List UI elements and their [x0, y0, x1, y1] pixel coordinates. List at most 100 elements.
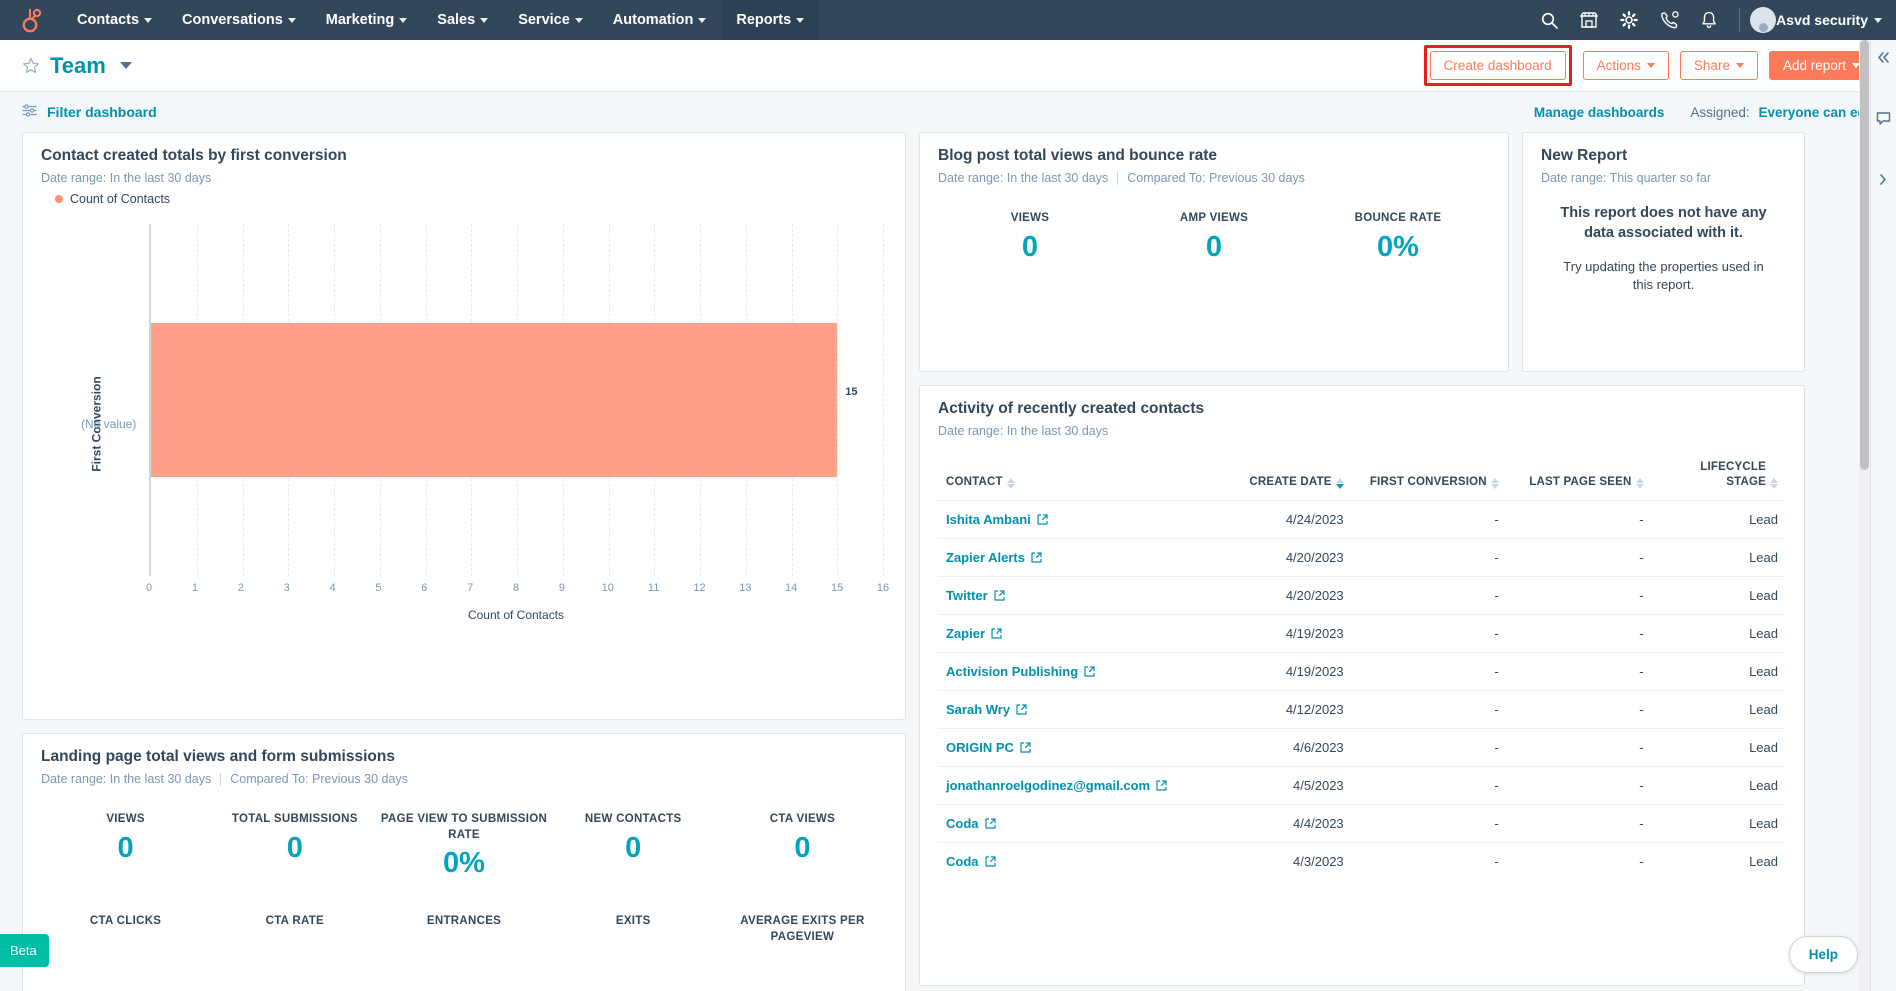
expand-panel-icon[interactable]	[1876, 172, 1891, 187]
nav-item-reports[interactable]: Reports	[721, 0, 820, 40]
collapse-panel-icon[interactable]	[1876, 50, 1891, 65]
column-label: LAST PAGE SEEN	[1529, 475, 1632, 488]
page-title[interactable]: Team	[50, 53, 106, 79]
avatar[interactable]	[1750, 7, 1777, 33]
actions-label: Actions	[1596, 58, 1641, 73]
external-link-icon[interactable]	[1037, 514, 1048, 525]
filter-sliders-icon	[22, 104, 37, 120]
contact-link[interactable]: Ishita Ambani	[946, 512, 1048, 527]
cell-create-date: 4/19/2023	[1217, 651, 1352, 691]
nav-item-conversations[interactable]: Conversations	[167, 0, 311, 40]
gear-icon[interactable]	[1609, 0, 1649, 40]
create-dashboard-button[interactable]: Create dashboard	[1429, 51, 1566, 80]
contact-link[interactable]: jonathanroelgodinez@gmail.com	[946, 778, 1167, 793]
external-link-icon[interactable]	[1016, 704, 1027, 715]
dashboard-right-column: Blog post total views and bounce rate Da…	[919, 132, 1805, 986]
beta-badge[interactable]: Beta	[0, 934, 49, 967]
favorite-star-icon[interactable]	[22, 57, 40, 75]
column-header-last-page-seen[interactable]: LAST PAGE SEEN	[1507, 454, 1652, 500]
external-link-icon[interactable]	[1084, 666, 1095, 677]
table-row: ORIGIN PC 4/6/2023- - Lead	[938, 727, 1786, 767]
kpi-value: 0	[286, 831, 303, 864]
phone-icon[interactable]	[1649, 0, 1689, 40]
contact-link[interactable]: Coda	[946, 854, 996, 869]
chevron-down-icon	[287, 17, 296, 23]
sort-arrows-icon	[1490, 477, 1499, 490]
assigned-value-link[interactable]: Everyone can edit	[1758, 105, 1874, 120]
cell-create-date: 4/19/2023	[1217, 613, 1352, 653]
table-row: Coda 4/4/2023- - Lead	[938, 803, 1786, 843]
scrollbar-thumb[interactable]	[1860, 40, 1869, 470]
top-navigation-bar: Contacts Conversations Marketing Sales S…	[0, 0, 1896, 40]
column-header-lifecycle-stage[interactable]: LIFECYCLE STAGE	[1652, 454, 1786, 500]
nav-item-contacts[interactable]: Contacts	[62, 0, 167, 40]
marketplace-icon[interactable]	[1569, 0, 1609, 40]
manage-dashboards-link[interactable]: Manage dashboards	[1534, 105, 1665, 120]
x-axis-tick-label: 7	[467, 582, 474, 594]
nav-item-sales[interactable]: Sales	[422, 0, 503, 40]
kpi-metric: EXITS	[549, 914, 718, 945]
hubspot-logo[interactable]	[0, 7, 62, 33]
cell-contact: jonathanroelgodinez@gmail.com	[938, 765, 1218, 805]
x-axis-tick-label: 0	[145, 582, 153, 594]
user-menu[interactable]: Asvd security	[1776, 12, 1882, 28]
kpi-value: 0	[1205, 230, 1223, 263]
actions-button[interactable]: Actions	[1582, 51, 1669, 80]
bell-icon[interactable]	[1689, 0, 1729, 40]
external-link-icon[interactable]	[1020, 742, 1031, 753]
card-title: Contact created totals by first conversi…	[41, 147, 347, 164]
nav-item-automation[interactable]: Automation	[598, 0, 722, 40]
dashboard-selector-chevron-icon[interactable]	[119, 62, 132, 69]
cell-contact: Zapier	[938, 613, 1218, 653]
kpi-metric: AVERAGE EXITS PER PAGEVIEW	[718, 914, 887, 945]
subtitle-divider	[220, 772, 222, 786]
contact-link[interactable]: Coda	[946, 816, 996, 831]
contact-link[interactable]: Zapier	[946, 626, 1002, 641]
external-link-icon[interactable]	[1156, 780, 1167, 791]
search-icon[interactable]	[1529, 0, 1569, 40]
cell-lifecycle-stage: Lead	[1651, 727, 1786, 767]
nav-item-service[interactable]: Service	[503, 0, 598, 40]
x-axis-tick-label: 11	[647, 582, 660, 594]
contact-link[interactable]: Sarah Wry	[946, 702, 1027, 717]
external-link-icon[interactable]	[984, 856, 996, 867]
contact-link[interactable]: Zapier Alerts	[946, 550, 1042, 565]
help-button[interactable]: Help	[1788, 936, 1858, 973]
nav-item-marketing[interactable]: Marketing	[311, 0, 423, 40]
chart-bar[interactable]	[151, 322, 838, 478]
compared-to-label: Compared To: Previous 30 days	[230, 772, 408, 786]
share-button[interactable]: Share	[1679, 51, 1758, 80]
card-blog-post-views: Blog post total views and bounce rate Da…	[919, 132, 1509, 372]
x-axis-label: Count of Contacts	[467, 608, 565, 622]
subtitle-divider	[1117, 171, 1119, 185]
chevron-down-icon	[399, 17, 408, 23]
compared-to-label: Compared To: Previous 30 days	[1127, 171, 1305, 185]
cell-lifecycle-stage: Lead	[1651, 499, 1786, 539]
external-link-icon[interactable]	[994, 590, 1005, 601]
external-link-icon[interactable]	[1031, 552, 1042, 563]
external-link-icon[interactable]	[991, 628, 1002, 639]
column-header-create-date[interactable]: CREATE DATE	[1217, 454, 1351, 500]
column-header-contact[interactable]: CONTACT	[938, 454, 1217, 500]
card-title: New Report	[1541, 147, 1628, 164]
kpi-label: CTA CLICKS	[89, 915, 162, 928]
chart-gridline	[883, 224, 884, 576]
cell-lifecycle-stage: Lead	[1651, 613, 1786, 653]
contact-link[interactable]: Twitter	[946, 588, 1005, 603]
card-subtitle: Date range: This quarter so far	[1541, 171, 1786, 185]
external-link-icon[interactable]	[984, 818, 996, 829]
assigned-group: Assigned: Everyone can edit	[1690, 105, 1874, 120]
right-sidebar-rail	[1870, 40, 1896, 991]
page-scrollbar[interactable]	[1859, 40, 1870, 991]
chat-icon[interactable]	[1876, 111, 1891, 126]
column-header-first-conversion[interactable]: FIRST CONVERSION	[1352, 454, 1507, 500]
card-subtitle: Date range: In the last 30 days	[938, 424, 1786, 438]
filter-dashboard-button[interactable]: Filter dashboard	[22, 104, 157, 120]
table-row: Activision Publishing 4/19/2023- - Lead	[938, 651, 1786, 691]
contact-name: Sarah Wry	[946, 701, 1011, 717]
cell-last-page-seen: -	[1506, 689, 1652, 729]
contact-link[interactable]: Activision Publishing	[946, 664, 1095, 679]
cell-lifecycle-stage: Lead	[1651, 689, 1786, 729]
kpi-label: EXITS	[615, 915, 651, 928]
contact-link[interactable]: ORIGIN PC	[946, 740, 1031, 755]
